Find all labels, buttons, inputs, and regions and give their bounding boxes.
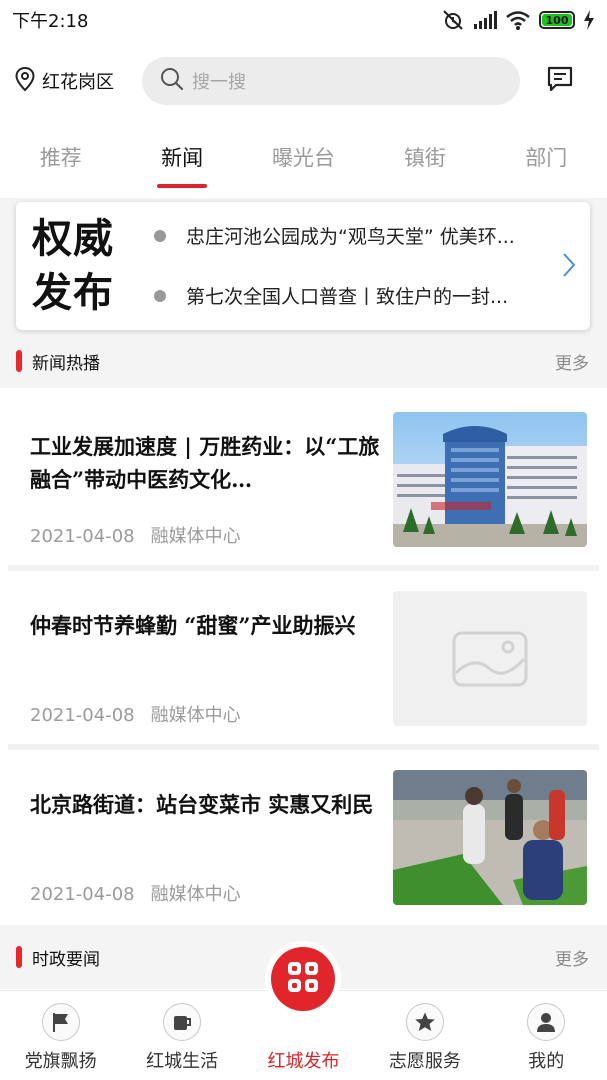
news-date: 2021-04-08 — [30, 705, 135, 726]
news-date: 2021-04-08 — [30, 884, 135, 905]
news-title: 工业发展加速度 | 万胜药业：以“工旅融合”带动中医药文化… — [30, 434, 380, 492]
news-source: 融媒体中心 — [150, 526, 241, 547]
signal-icon — [473, 11, 497, 29]
authority-item[interactable]: 忠庄河池公园成为“观鸟天堂” 优美环... — [154, 222, 544, 249]
status-time: 下午2:18 — [12, 11, 89, 32]
section-title: 时政要闻 — [32, 949, 100, 970]
section-title: 新闻热播 — [32, 353, 100, 374]
nav-item-party-flag[interactable]: 党旗飘扬 — [0, 991, 121, 1080]
bottom-nav: 党旗飘扬 红城生活 红城发布 志愿服务 我的 — [0, 941, 607, 1080]
news-title: 仲春时节养蜂勤 “甜蜜”产业助振兴 — [30, 613, 356, 638]
news-source: 融媒体中心 — [150, 705, 241, 726]
more-link[interactable]: 更多 — [555, 349, 589, 374]
news-source: 融媒体中心 — [150, 884, 241, 905]
message-icon — [545, 64, 575, 98]
alarm-off-icon — [441, 9, 465, 31]
search-placeholder: 搜一搜 — [192, 72, 246, 93]
status-bar: 下午2:18 100 — [0, 0, 607, 40]
nav-label: 我的 — [528, 1051, 565, 1072]
news-title: 北京路街道：站台变菜市 实惠又利民 — [30, 792, 374, 817]
tab-news[interactable]: 新闻 — [121, 130, 242, 190]
bullet-dot — [154, 229, 166, 242]
nav-item-mine[interactable]: 我的 — [486, 991, 607, 1080]
news-item[interactable]: 工业发展加速度 | 万胜药业：以“工旅融合”带动中医药文化… 2021-04-0… — [0, 392, 607, 564]
nav-label: 党旗飘扬 — [24, 1051, 97, 1072]
authority-logo: 权威 发布 — [32, 212, 128, 320]
nav-item-volunteer[interactable]: 志愿服务 — [364, 991, 485, 1080]
nav-label: 红城生活 — [146, 1051, 219, 1072]
status-icons: 100 — [441, 9, 595, 31]
tab-towns[interactable]: 镇街 — [364, 130, 485, 190]
authority-item-text: 第七次全国人口普查丨致住户的一封... — [186, 286, 509, 308]
section-accent-bar — [16, 946, 22, 968]
tab-exposure[interactable]: 曝光台 — [243, 130, 364, 190]
tab-recommend[interactable]: 推荐 — [0, 130, 121, 190]
authority-release-card[interactable]: 权威 发布 忠庄河池公园成为“观鸟天堂” 优美环... 第七次全国人口普查丨致住… — [16, 202, 590, 330]
more-link[interactable]: 更多 — [555, 945, 589, 970]
wifi-icon — [505, 10, 531, 30]
location-label: 红花岗区 — [42, 72, 114, 93]
charging-icon — [583, 10, 595, 30]
location-selector[interactable]: 红花岗区 — [14, 66, 134, 96]
news-thumbnail-building — [393, 412, 587, 547]
battery-icon: 100 — [539, 11, 575, 29]
image-placeholder-icon — [393, 591, 587, 726]
news-item[interactable]: 北京路街道：站台变菜市 实惠又利民 2021-04-08 融媒体中心 — [0, 750, 607, 922]
tab-departments[interactable]: 部门 — [486, 130, 607, 190]
user-icon — [527, 1003, 566, 1041]
news-item[interactable]: 仲春时节养蜂勤 “甜蜜”产业助振兴 2021-04-08 融媒体中心 — [0, 571, 607, 743]
battery-level: 100 — [542, 14, 572, 27]
nav-item-city-release[interactable]: 红城发布 — [243, 941, 364, 1080]
nav-label: 红城发布 — [267, 1051, 340, 1072]
cup-icon — [163, 1003, 202, 1041]
category-tabs: 推荐 新闻 曝光台 镇街 部门 — [0, 130, 607, 190]
search-input[interactable]: 搜一搜 — [142, 57, 520, 105]
section-header-hot-news: 新闻热播 更多 — [0, 336, 607, 386]
chevron-right-icon[interactable] — [562, 252, 576, 282]
section-accent-bar — [16, 350, 22, 372]
bullet-dot — [154, 289, 166, 302]
news-meta: 2021-04-08 融媒体中心 — [30, 522, 241, 548]
search-icon — [160, 67, 184, 95]
header: 红花岗区 搜一搜 — [0, 55, 607, 107]
star-icon — [405, 1003, 444, 1041]
message-button[interactable] — [542, 63, 578, 99]
news-thumbnail-market — [393, 770, 587, 905]
nav-label: 志愿服务 — [388, 1051, 461, 1072]
news-meta: 2021-04-08 融媒体中心 — [30, 701, 241, 727]
news-date: 2021-04-08 — [30, 526, 135, 547]
authority-title-line2: 发布 — [32, 270, 114, 316]
location-pin-icon — [14, 66, 36, 96]
authority-item[interactable]: 第七次全国人口普查丨致住户的一封... — [154, 282, 544, 309]
news-meta: 2021-04-08 融媒体中心 — [30, 880, 241, 906]
authority-title-line1: 权威 — [32, 216, 114, 262]
flag-icon — [41, 1003, 80, 1041]
authority-item-text: 忠庄河池公园成为“观鸟天堂” 优美环... — [186, 226, 515, 248]
nav-item-city-life[interactable]: 红城生活 — [121, 991, 242, 1080]
grid-icon — [286, 960, 320, 998]
center-release-button[interactable] — [264, 941, 341, 1017]
